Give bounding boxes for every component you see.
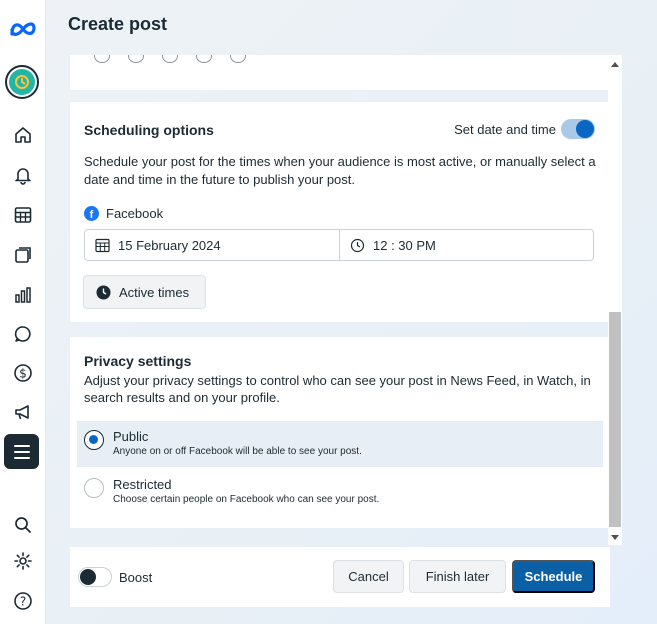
vertical-scrollbar[interactable] [608, 55, 622, 545]
search-icon[interactable] [8, 510, 38, 540]
privacy-description-line2: search results and on your profile. [84, 390, 280, 405]
svg-text:$: $ [19, 367, 27, 381]
boost-toggle[interactable] [78, 567, 112, 587]
svg-text:?: ? [20, 595, 26, 609]
time-value: 12 : 30 PM [373, 237, 436, 253]
restricted-title: Restricted [113, 477, 172, 492]
scrollbar-thumb[interactable] [609, 312, 621, 527]
all-tools-menu-icon[interactable] [4, 434, 39, 469]
set-date-time-label: Set date and time [454, 122, 556, 137]
time-input[interactable]: 12 : 30 PM [340, 230, 436, 260]
toggle-knob [80, 569, 96, 585]
composer-tools-card [70, 55, 608, 90]
cancel-button[interactable]: Cancel [333, 560, 404, 593]
tag-people-icon[interactable] [196, 55, 212, 63]
set-date-time-toggle[interactable] [561, 119, 595, 139]
restricted-option-text: Restricted Choose certain people on Face… [113, 477, 379, 507]
composer-toolbar [94, 55, 246, 63]
left-nav-rail: $ ? [0, 0, 46, 624]
date-input[interactable]: 15 February 2024 [85, 230, 340, 260]
insights-bar-chart-icon[interactable] [8, 280, 38, 310]
notifications-bell-icon[interactable] [8, 160, 38, 190]
scheduling-heading: Scheduling options [84, 122, 214, 138]
link-icon[interactable] [230, 55, 246, 63]
date-time-picker: 15 February 2024 12 : 30 PM [84, 229, 594, 261]
main-area: Create post Scheduling options Set date … [46, 0, 657, 624]
scheduling-options-card: Scheduling options Set date and time Sch… [70, 102, 608, 322]
location-icon[interactable] [128, 55, 144, 63]
privacy-option-restricted[interactable]: Restricted Choose certain people on Face… [77, 469, 603, 515]
privacy-settings-card: Privacy settings Adjust your privacy set… [70, 337, 608, 528]
platform-label: Facebook [106, 206, 164, 221]
scheduling-description-line1: Schedule your post for the times when yo… [84, 154, 596, 169]
settings-gear-icon[interactable] [8, 546, 38, 576]
finish-later-button[interactable]: Finish later [409, 560, 506, 593]
privacy-description-line1: Adjust your privacy settings to control … [84, 373, 591, 388]
clock-icon [350, 238, 365, 252]
toggle-knob [576, 120, 594, 138]
account-avatar[interactable] [5, 65, 39, 99]
post-settings-scroll-area[interactable]: Scheduling options Set date and time Sch… [70, 55, 608, 528]
restricted-subtitle: Choose certain people on Facebook who ca… [113, 494, 380, 505]
inbox-chat-icon[interactable] [8, 319, 38, 349]
public-radio[interactable] [84, 430, 104, 450]
monetization-dollar-icon[interactable]: $ [8, 358, 38, 388]
public-title: Public [113, 429, 149, 444]
calendar-icon [95, 238, 110, 252]
public-subtitle: Anyone on or off Facebook will be able t… [113, 446, 362, 457]
scroll-up-arrow[interactable] [611, 62, 619, 67]
emoji-icon[interactable] [94, 55, 110, 63]
page-title: Create post [68, 14, 168, 34]
privacy-option-public[interactable]: Public Anyone on or off Facebook will be… [77, 421, 603, 467]
home-icon[interactable] [8, 120, 38, 150]
clock-filled-icon [96, 285, 111, 299]
active-times-button[interactable]: Active times [83, 275, 206, 309]
post-actions-footer: Boost Cancel Finish later Schedule [70, 547, 610, 607]
history-clock-icon [9, 69, 35, 95]
schedule-button[interactable]: Schedule [512, 560, 595, 593]
scroll-down-arrow[interactable] [611, 535, 619, 540]
facebook-logo-icon: f [84, 206, 99, 221]
active-times-label: Active times [119, 284, 190, 300]
help-icon[interactable]: ? [8, 586, 38, 616]
content-library-icon[interactable] [8, 240, 38, 270]
privacy-heading: Privacy settings [84, 353, 192, 369]
restricted-radio[interactable] [84, 478, 104, 498]
date-value: 15 February 2024 [118, 237, 221, 253]
boost-label: Boost [119, 570, 153, 585]
scheduling-description-line2: date and time in the future to publish y… [84, 172, 356, 187]
public-option-text: Public Anyone on or off Facebook will be… [113, 429, 362, 459]
meta-logo-icon[interactable] [8, 14, 38, 44]
content-calendar-icon[interactable] [8, 200, 38, 230]
messenger-icon[interactable] [162, 55, 178, 63]
platform-facebook: f Facebook [84, 206, 163, 221]
ads-megaphone-icon[interactable] [8, 397, 38, 427]
